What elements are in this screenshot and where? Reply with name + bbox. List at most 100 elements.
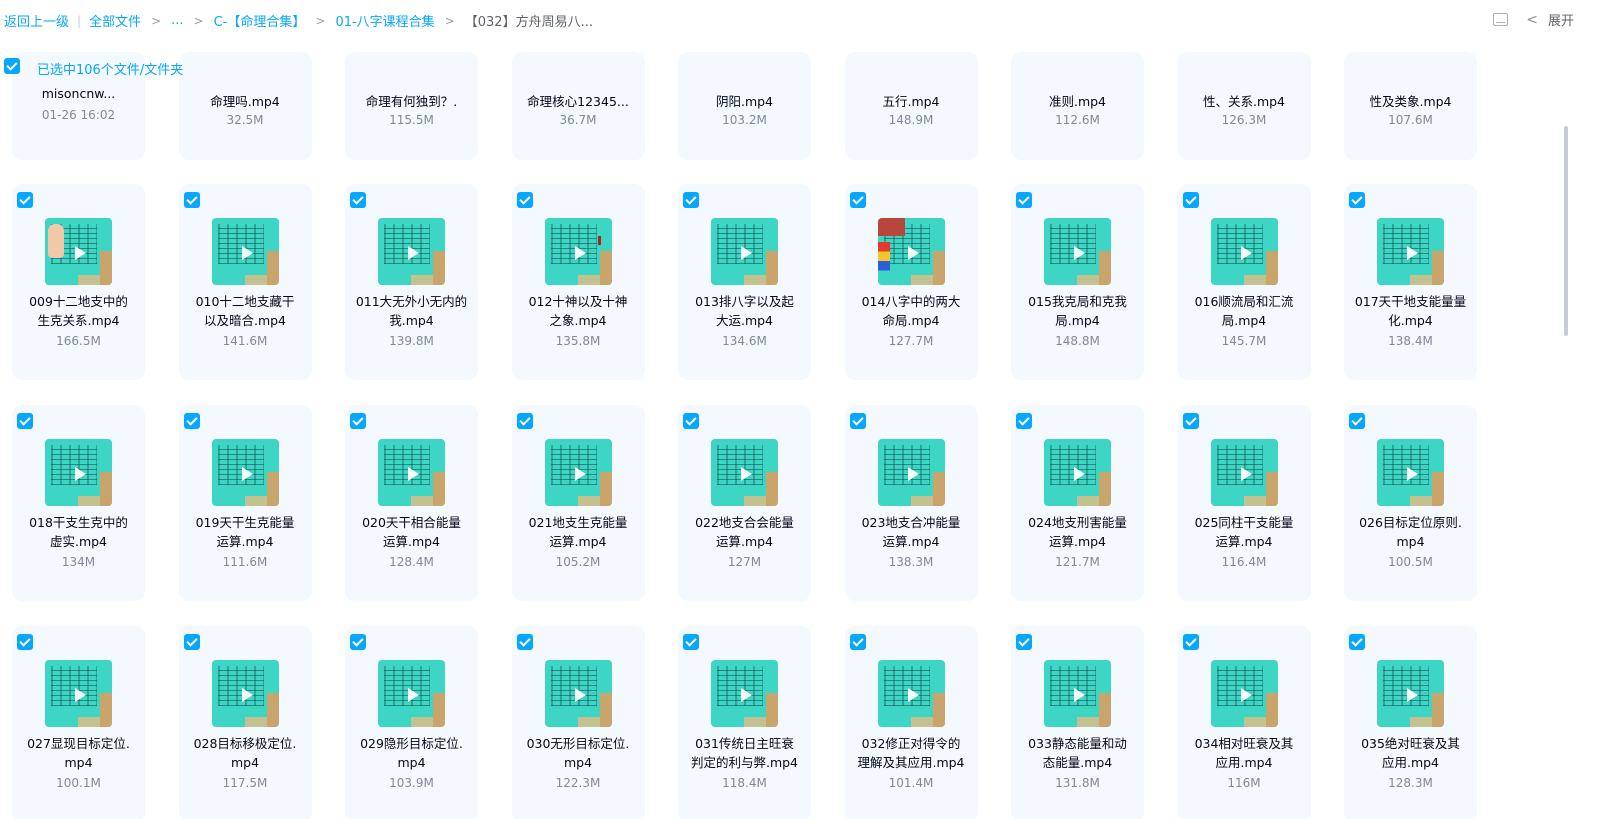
file-size: 135.8M bbox=[555, 334, 601, 348]
crumb-folder-01[interactable]: 01-八字课程合集 bbox=[335, 11, 434, 30]
file-card[interactable]: 013排八字以及起 大运.mp4 134.6M bbox=[678, 184, 811, 380]
file-checkbox[interactable] bbox=[1016, 192, 1032, 208]
file-checkbox[interactable] bbox=[849, 192, 866, 208]
crumb-all-files[interactable]: 全部文件 bbox=[89, 11, 141, 30]
video-thumbnail bbox=[1210, 439, 1278, 506]
file-card[interactable]: 023地支合冲能量 运算.mp4 138.3M bbox=[844, 405, 978, 601]
file-card[interactable]: 030无形目标定位. mp4 122.3M bbox=[511, 626, 645, 819]
file-checkbox[interactable] bbox=[516, 192, 533, 208]
file-checkbox[interactable] bbox=[683, 634, 699, 650]
play-icon bbox=[75, 246, 86, 260]
file-checkbox[interactable] bbox=[1182, 413, 1199, 429]
file-checkbox[interactable] bbox=[1349, 634, 1365, 650]
file-checkbox[interactable] bbox=[183, 634, 200, 650]
file-card[interactable]: 阴阳.mp4 103.2M bbox=[678, 52, 811, 160]
file-card[interactable]: 性及类象.mp4 107.6M bbox=[1344, 52, 1477, 160]
file-size: 166.5M bbox=[56, 334, 101, 348]
file-card[interactable]: 027显现目标定位. mp4 100.1M bbox=[12, 626, 145, 819]
file-card[interactable]: 031传统日主旺衰 判定的利与弊.mp4 118.4M bbox=[678, 626, 811, 819]
file-card[interactable]: 017天干地支能量量 化.mp4 138.4M bbox=[1344, 184, 1477, 380]
file-name-line: 031传统日主旺衰 bbox=[695, 736, 794, 751]
file-name: 命理有何独到？. bbox=[365, 94, 458, 109]
file-checkbox[interactable] bbox=[1182, 634, 1199, 650]
file-size: 105.2M bbox=[555, 555, 601, 569]
video-thumbnail bbox=[1377, 439, 1444, 506]
file-card[interactable]: 021地支生克能量 运算.mp4 105.2M bbox=[511, 405, 645, 601]
file-card[interactable]: 026目标定位原则. mp4 100.5M bbox=[1344, 405, 1477, 601]
file-card[interactable]: 015我克局和克我 局.mp4 148.8M bbox=[1011, 184, 1144, 380]
file-card[interactable]: 010十二地支藏干 以及暗合.mp4 141.6M bbox=[178, 184, 312, 380]
file-card[interactable]: 016顺流局和汇流 局.mp4 145.7M bbox=[1177, 184, 1311, 380]
file-card[interactable]: 033静态能量和动 态能量.mp4 131.8M bbox=[1011, 626, 1144, 819]
file-card[interactable]: 012十神以及十神 之象.mp4 135.8M bbox=[511, 184, 645, 380]
expand-button[interactable]: < 展开 bbox=[1526, 10, 1574, 30]
file-card[interactable]: 命理核心12345... 36.7M bbox=[511, 52, 645, 160]
select-all-checkbox[interactable] bbox=[4, 58, 20, 74]
file-checkbox[interactable] bbox=[17, 192, 33, 208]
play-icon bbox=[241, 467, 253, 481]
file-size: 103.2M bbox=[722, 113, 767, 127]
file-checkbox[interactable] bbox=[350, 413, 366, 429]
file-name: 准则.mp4 bbox=[1048, 94, 1107, 109]
file-checkbox[interactable] bbox=[1349, 192, 1365, 208]
file-checkbox[interactable] bbox=[1016, 413, 1032, 429]
file-card[interactable]: 准则.mp4 112.6M bbox=[1011, 52, 1144, 160]
file-checkbox[interactable] bbox=[350, 634, 366, 650]
file-card[interactable]: 五行.mp4 148.9M bbox=[844, 52, 978, 160]
file-checkbox[interactable] bbox=[1016, 634, 1032, 650]
file-card[interactable]: 025同柱干支能量 运算.mp4 116.4M bbox=[1177, 405, 1311, 601]
file-card[interactable]: 命理吗.mp4 32.5M bbox=[178, 52, 312, 160]
file-card[interactable]: 035绝对旺衰及其 应用.mp4 128.3M bbox=[1344, 626, 1477, 819]
file-name-line: 应用.mp4 bbox=[1381, 755, 1440, 770]
file-name-line: 019天干生克能量 bbox=[195, 515, 295, 530]
file-name-line: 028目标移极定位. bbox=[193, 736, 297, 751]
file-checkbox[interactable] bbox=[683, 413, 699, 429]
play-icon bbox=[1240, 246, 1252, 260]
file-name-line: 013排八字以及起 bbox=[695, 294, 794, 309]
breadcrumb: 返回上一级 | 全部文件 > ... > C-【命理合集】 > 01-八字课程合… bbox=[4, 11, 593, 30]
file-card[interactable]: 032修正对得令的 理解及其应用.mp4 101.4M bbox=[844, 626, 978, 819]
panel-icon[interactable] bbox=[1493, 13, 1509, 26]
crumb-ellipsis[interactable]: ... bbox=[171, 13, 183, 28]
file-checkbox[interactable] bbox=[1182, 192, 1199, 208]
back-link[interactable]: 返回上一级 bbox=[4, 11, 69, 30]
file-name-line: mp4 bbox=[397, 755, 426, 770]
file-name: 五行.mp4 bbox=[882, 94, 940, 109]
file-name: 017天干地支能量量 化.mp4 bbox=[1348, 292, 1473, 330]
file-checkbox[interactable] bbox=[516, 413, 533, 429]
file-name: 030无形目标定位. mp4 bbox=[516, 734, 641, 772]
file-card[interactable]: 019天干生克能量 运算.mp4 111.6M bbox=[178, 405, 312, 601]
file-card[interactable]: 命理有何独到？. 115.5M bbox=[345, 52, 478, 160]
file-card[interactable]: 020天干相合能量 运算.mp4 128.4M bbox=[345, 405, 478, 601]
file-card[interactable]: 034相对旺衰及其 应用.mp4 116M bbox=[1177, 626, 1311, 819]
scrollbar-thumb[interactable] bbox=[1564, 126, 1568, 336]
file-name: 015我克局和克我 局.mp4 bbox=[1015, 292, 1140, 330]
file-card[interactable]: 性、关系.mp4 126.3M bbox=[1177, 52, 1311, 160]
crumb-folder-c[interactable]: C-【命理合集】 bbox=[214, 11, 306, 30]
file-card[interactable]: 014八字中的两大 命局.mp4 127.7M bbox=[844, 184, 978, 380]
video-thumbnail bbox=[45, 218, 112, 285]
file-card[interactable]: 028目标移极定位. mp4 117.5M bbox=[178, 626, 312, 819]
file-checkbox[interactable] bbox=[183, 192, 200, 208]
file-checkbox[interactable] bbox=[849, 634, 866, 650]
file-name: 009十二地支中的 生克关系.mp4 bbox=[16, 292, 141, 330]
file-card[interactable]: 022地支合会能量 运算.mp4 127M bbox=[678, 405, 811, 601]
file-name: 011大无外小无内的 我.mp4 bbox=[349, 292, 474, 330]
file-name: 027显现目标定位. mp4 bbox=[16, 734, 141, 772]
file-card[interactable]: 009十二地支中的 生克关系.mp4 166.5M bbox=[12, 184, 145, 380]
file-checkbox[interactable] bbox=[17, 413, 33, 429]
file-card[interactable]: 029隐形目标定位. mp4 103.9M bbox=[345, 626, 478, 819]
file-checkbox[interactable] bbox=[183, 413, 200, 429]
file-checkbox[interactable] bbox=[1349, 413, 1365, 429]
file-checkbox[interactable] bbox=[350, 192, 366, 208]
file-card[interactable]: 011大无外小无内的 我.mp4 139.8M bbox=[345, 184, 478, 380]
file-checkbox[interactable] bbox=[17, 634, 33, 650]
file-name: 性、关系.mp4 bbox=[1202, 94, 1286, 109]
file-checkbox[interactable] bbox=[849, 413, 866, 429]
video-thumbnail bbox=[877, 439, 945, 506]
file-card[interactable]: 024地支刑害能量 运算.mp4 121.7M bbox=[1011, 405, 1144, 601]
play-icon bbox=[741, 467, 752, 481]
file-checkbox[interactable] bbox=[516, 634, 533, 650]
file-checkbox[interactable] bbox=[683, 192, 699, 208]
file-card[interactable]: 018干支生克中的 虚实.mp4 134M bbox=[12, 405, 145, 601]
